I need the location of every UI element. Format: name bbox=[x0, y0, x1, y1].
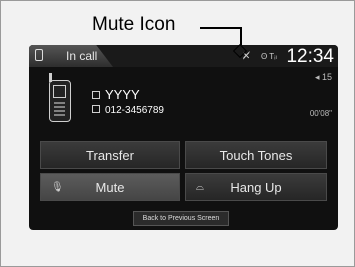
tab-label: In call bbox=[66, 49, 98, 63]
mute-label: Mute bbox=[95, 179, 125, 195]
status-bar: In call ✕̸ ʘ Tᵢₗ 12:34 bbox=[29, 45, 338, 67]
bluetooth-signal-icons: ʘ Tᵢₗ bbox=[261, 52, 277, 61]
hfl-call-screen: In call ✕̸ ʘ Tᵢₗ 12:34 ◂ 15 YYYY 012-345… bbox=[29, 45, 338, 230]
mute-button[interactable]: 🎙︎ Mute bbox=[40, 173, 180, 201]
touch-tones-label: Touch Tones bbox=[219, 147, 293, 163]
callout-leader-line bbox=[200, 27, 242, 29]
hang-up-button[interactable]: ⌓ Hang Up bbox=[185, 173, 327, 201]
caller-number: 012-3456789 bbox=[92, 105, 164, 116]
call-duration: 00'08" bbox=[309, 109, 332, 118]
contact-icon bbox=[92, 91, 100, 99]
mobile-phone-icon bbox=[49, 73, 71, 122]
phone-number-icon bbox=[92, 105, 100, 113]
tab-in-call[interactable]: In call bbox=[29, 45, 113, 67]
mic-icon: 🎙︎ bbox=[51, 182, 64, 193]
transfer-label: Transfer bbox=[86, 147, 134, 163]
signal-strength: ◂ 15 bbox=[314, 72, 332, 82]
hang-up-icon: ⌓ bbox=[196, 182, 204, 193]
hang-up-label: Hang Up bbox=[230, 179, 282, 195]
caller-name-text: YYYY bbox=[105, 87, 140, 102]
back-label: Back to Previous Screen bbox=[142, 215, 220, 222]
transfer-button[interactable]: Transfer bbox=[40, 141, 180, 169]
clock: 12:34 bbox=[286, 46, 334, 67]
phone-icon bbox=[35, 49, 43, 61]
callout-label: Mute Icon bbox=[92, 14, 176, 35]
touch-tones-button[interactable]: Touch Tones bbox=[185, 141, 327, 169]
back-button[interactable]: Back to Previous Screen bbox=[133, 211, 229, 226]
caller-name: YYYY bbox=[92, 87, 140, 102]
caller-number-text: 012-3456789 bbox=[105, 105, 164, 116]
